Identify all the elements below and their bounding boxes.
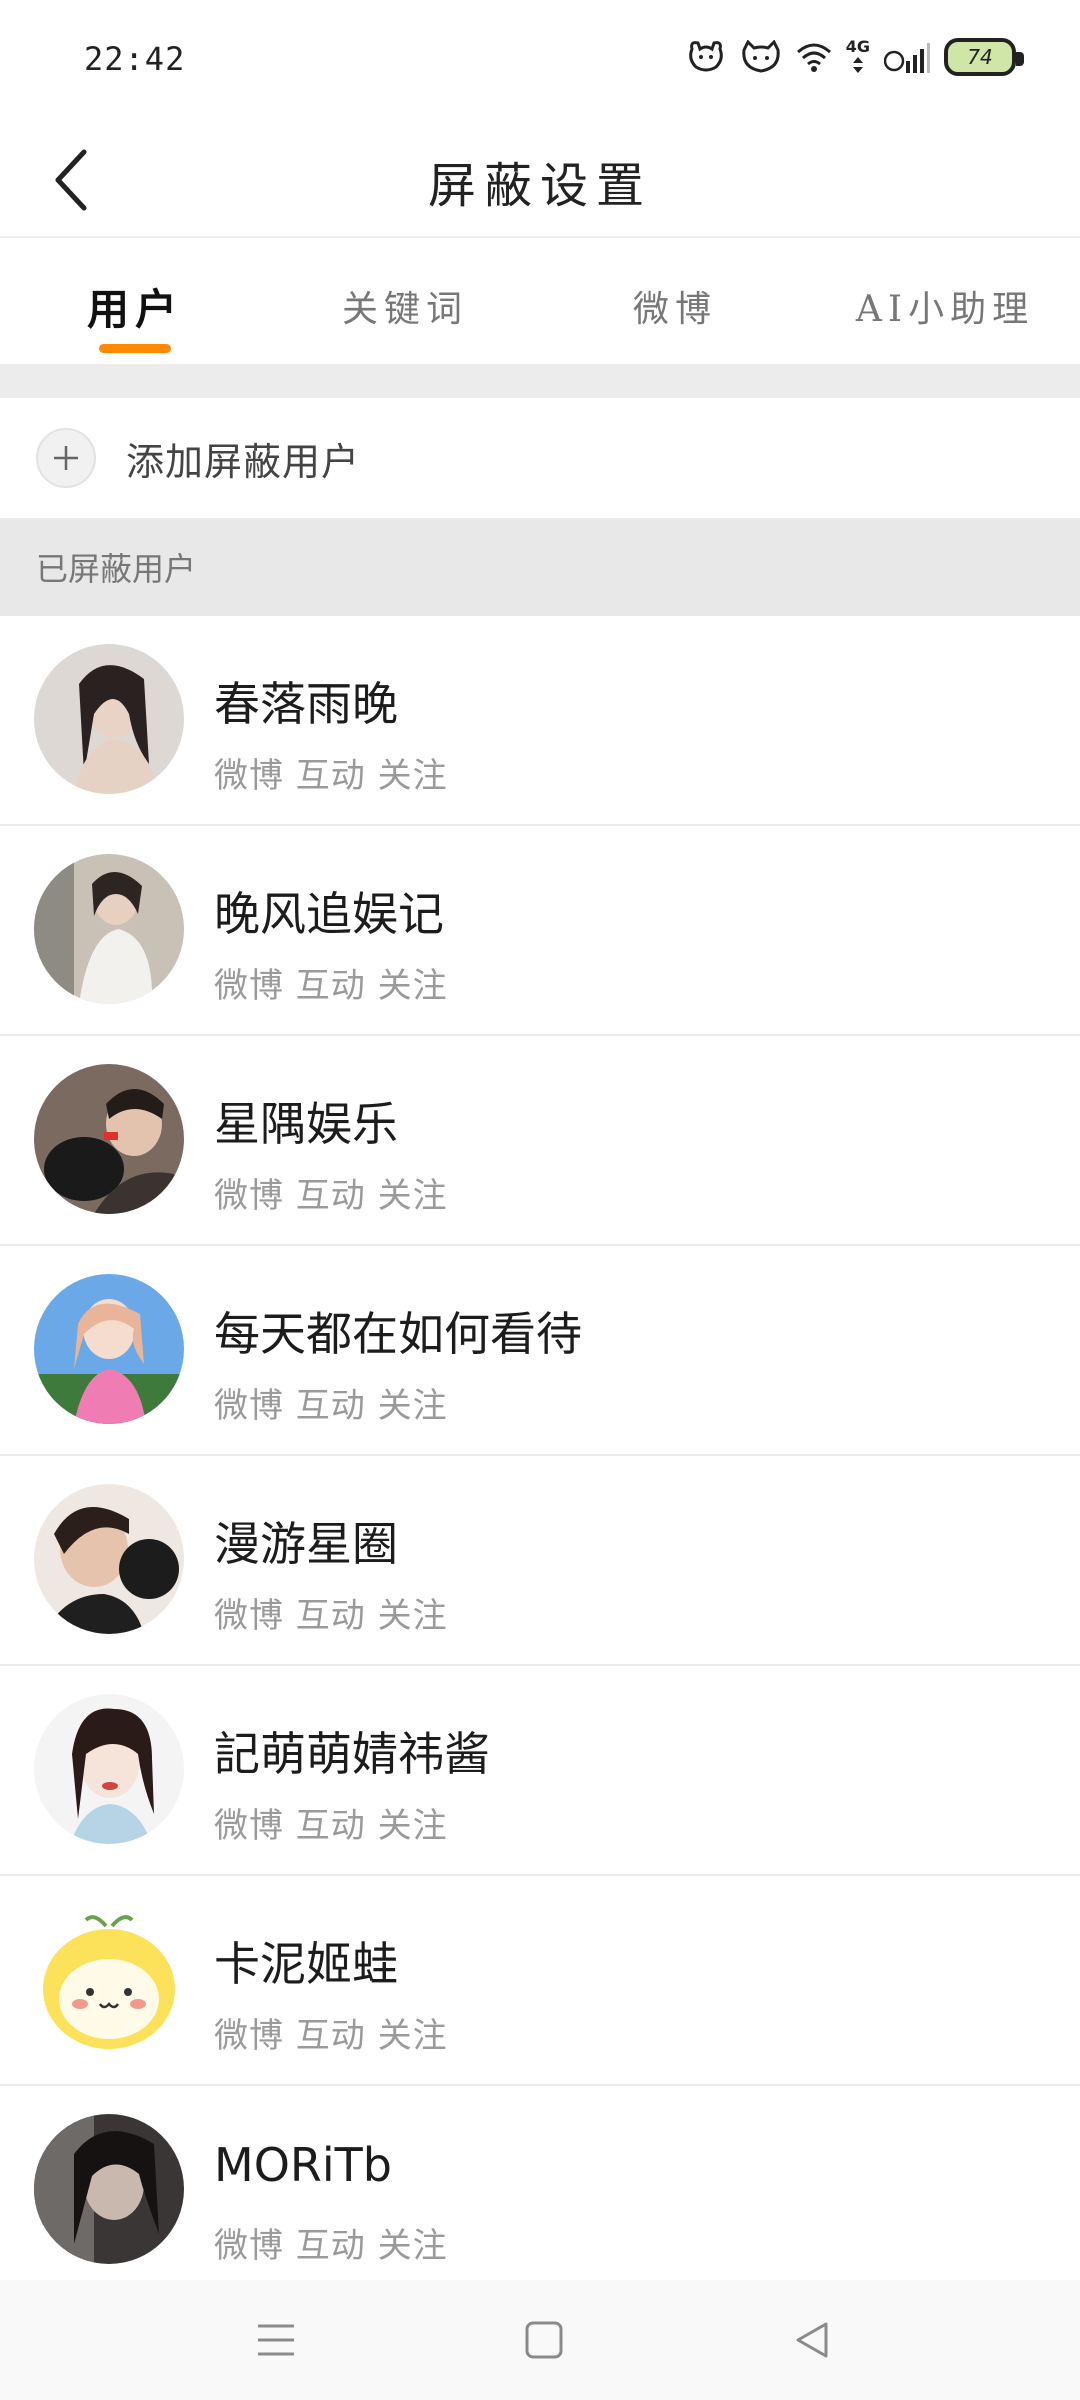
avatar[interactable] [34,1694,184,1844]
tab-ai-assistant[interactable]: AI小助理 [810,240,1080,362]
wifi-icon [796,43,831,72]
tab-users[interactable]: 用户 [0,240,270,362]
list-item[interactable]: 每天都在如何看待 微博 互动 关注 [0,1246,1080,1456]
user-block-scope: 微博 互动 关注 [214,2016,448,2056]
list-item[interactable]: MORiTb 微博 互动 关注 [0,2086,1080,2296]
avatar[interactable] [34,1904,184,2054]
notification-cat-icon [742,40,780,73]
status-icons: 4G 74 [686,38,1024,76]
user-block-scope: 微博 互动 关注 [214,1176,448,1216]
user-name: 漫游星圈 [214,1517,398,1571]
avatar[interactable] [34,1064,184,1214]
user-block-scope: 微博 互动 关注 [214,1806,448,1846]
battery-level: 74 [967,45,993,69]
signal-icon [884,43,930,73]
tab-keywords[interactable]: 关键词 [270,240,540,362]
menu-button[interactable] [246,2310,306,2370]
user-name: 每天都在如何看待 [214,1307,582,1361]
user-name: MORiTb [214,2138,392,2192]
home-square-icon [525,2321,563,2359]
tab-label: AI小助理 [855,289,1035,330]
avatar[interactable] [34,644,184,794]
avatar[interactable] [34,2114,184,2264]
user-block-scope: 微博 互动 关注 [214,966,448,1006]
tab-bar: 用户 关键词 微博 AI小助理 [0,240,1080,362]
tab-label: 微博 [632,289,717,330]
add-blocked-user-button[interactable]: 添加屏蔽用户 [0,398,1080,518]
page-title: 屏蔽设置 [427,158,652,214]
network-type: 4G [846,39,870,75]
tab-active-indicator [99,344,171,353]
user-block-scope: 微博 互动 关注 [214,1596,448,1636]
user-name: 記萌萌婧祎酱 [214,1727,490,1781]
user-block-scope: 微博 互动 关注 [214,2226,448,2266]
avatar[interactable] [34,1484,184,1634]
notification-dog-icon [688,41,723,72]
user-name: 卡泥姬蛙 [214,1937,398,1991]
status-time: 22:42 [84,40,186,78]
plus-icon [36,428,96,488]
tab-label: 用户 [86,285,183,334]
network-label: 4G [845,37,870,56]
app-header: 屏蔽设置 [0,120,1080,238]
list-item[interactable]: 春落雨晚 微博 互动 关注 [0,616,1080,826]
avatar[interactable] [34,854,184,1004]
user-name: 春落雨晚 [214,677,398,731]
back-nav-button[interactable] [782,2310,842,2370]
user-block-scope: 微博 互动 关注 [214,756,448,796]
system-nav-bar [0,2280,1080,2400]
status-bar: 22:42 4G 74 [0,0,1080,120]
list-item[interactable]: 晚风追娱记 微博 互动 关注 [0,826,1080,1036]
data-arrows-icon [852,57,863,73]
blocked-user-list: 春落雨晚 微博 互动 关注 晚风追娱记 微博 互动 关注 星隅娱乐 微博 互动 … [0,616,1080,2296]
user-name: 星隅娱乐 [214,1097,398,1151]
add-blocked-user-label: 添加屏蔽用户 [126,439,361,484]
user-block-scope: 微博 互动 关注 [214,1386,448,1426]
menu-icon [258,2324,294,2356]
blocked-users-section-header: 已屏蔽用户 [0,518,1080,616]
list-item[interactable]: 記萌萌婧祎酱 微博 互动 关注 [0,1666,1080,1876]
list-item[interactable]: 卡泥姬蛙 微博 互动 关注 [0,1876,1080,2086]
list-item[interactable]: 星隅娱乐 微博 互动 关注 [0,1036,1080,1246]
battery-icon: 74 [944,38,1024,76]
tab-weibo[interactable]: 微博 [540,240,810,362]
home-button[interactable] [514,2310,574,2370]
avatar[interactable] [34,1274,184,1424]
tab-label: 关键词 [341,289,468,330]
user-name: 晚风追娱记 [214,887,444,941]
back-triangle-icon [796,2322,828,2358]
section-divider [0,364,1080,398]
list-item[interactable]: 漫游星圈 微博 互动 关注 [0,1456,1080,1666]
